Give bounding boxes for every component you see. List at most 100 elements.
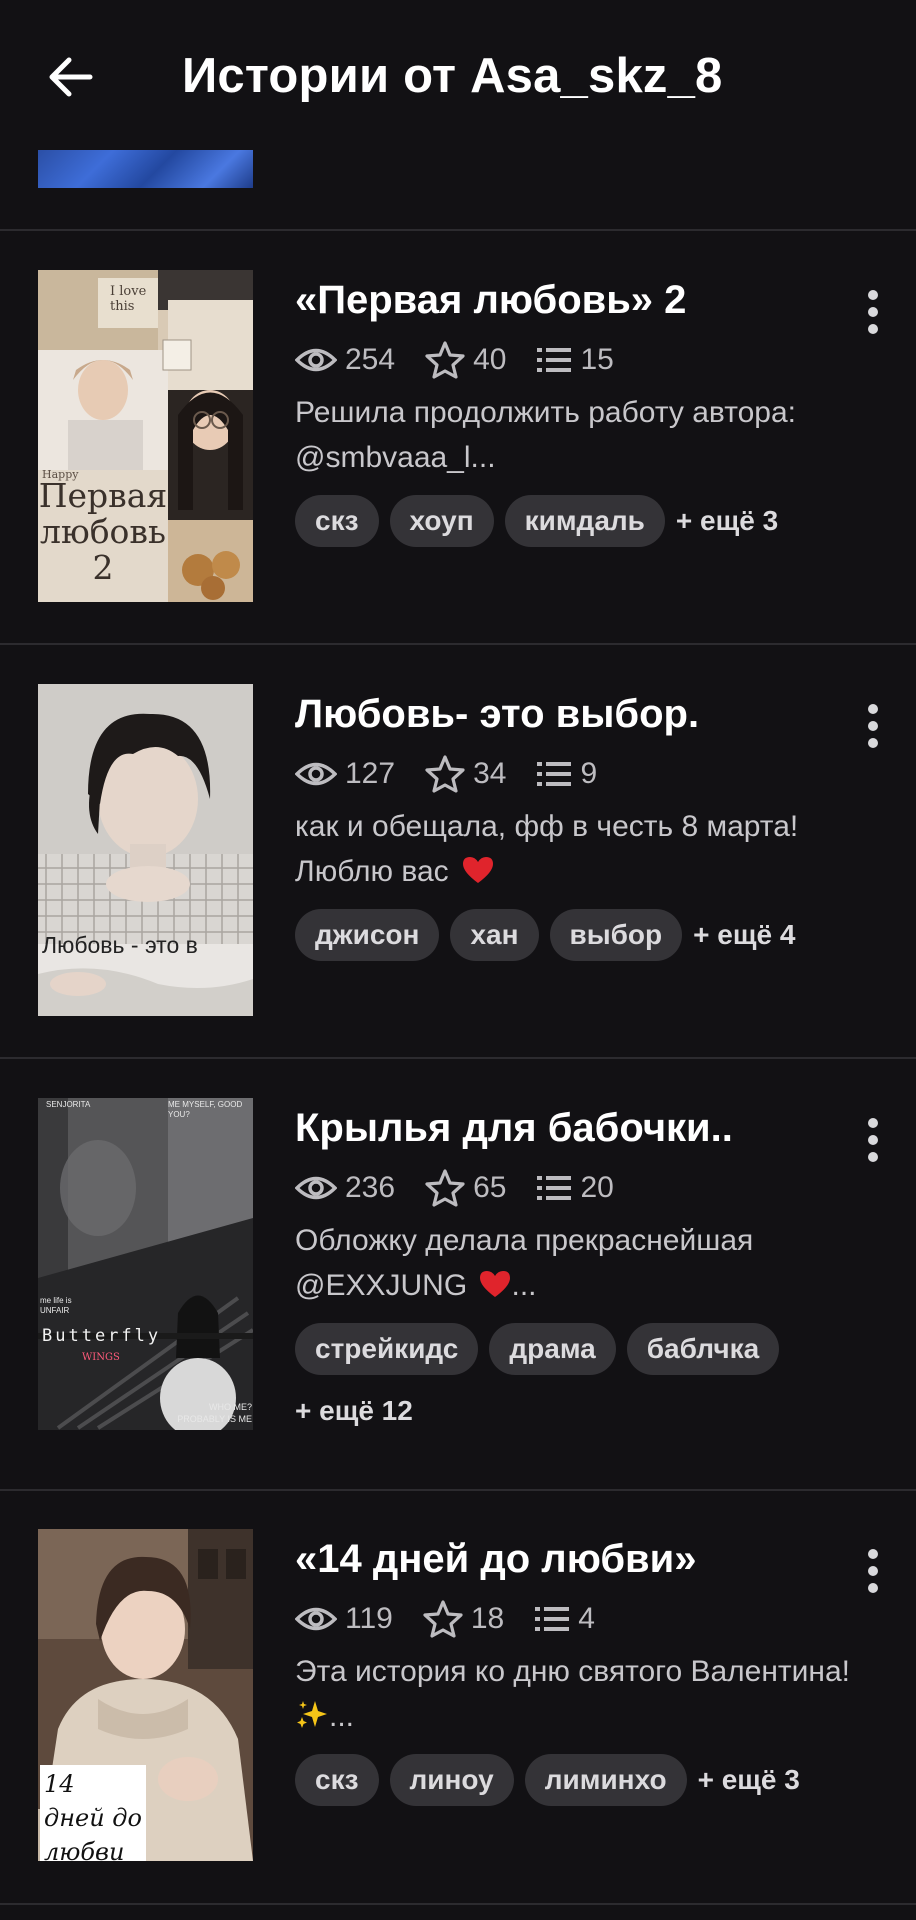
story-title[interactable]: Крылья для бабочки.. <box>295 1106 733 1151</box>
description-line-2: @EXXJUNG ... <box>295 1263 885 1308</box>
kebab-menu-icon[interactable] <box>856 1541 890 1601</box>
description-line: Решила продолжить работу автора: <box>295 396 796 429</box>
tag-list: стрейкидс драма баблчка + ещё 12 <box>295 1323 895 1447</box>
parts-stat: 4 <box>534 1602 595 1636</box>
page-title: Истории от Asa_skz_8 <box>182 49 723 103</box>
tag-chip[interactable]: скз <box>295 495 379 547</box>
parts-count: 20 <box>580 1171 614 1204</box>
parts-stat: 9 <box>536 757 597 791</box>
parts-count: 9 <box>580 757 598 790</box>
tag-chip[interactable]: скз <box>295 1754 379 1806</box>
eye-icon <box>295 348 337 372</box>
parts-count: 4 <box>578 1602 595 1635</box>
tag-list: скз линоу лиминхо + ещё 3 <box>295 1754 895 1816</box>
votes-stat: 40 <box>425 341 506 379</box>
kebab-menu-icon[interactable] <box>856 696 890 756</box>
votes-count: 40 <box>473 343 507 376</box>
tag-chip[interactable]: хан <box>450 909 539 961</box>
previous-story-cover[interactable] <box>38 150 253 188</box>
description-line: Обложку делала прекраснейшая <box>295 1224 754 1257</box>
votes-count: 34 <box>473 757 507 790</box>
story-cover[interactable]: Любовь - это в <box>38 684 253 1016</box>
views-count: 119 <box>345 1602 393 1635</box>
story-description: Решила продолжить работу автора: @smbvaa… <box>295 390 885 480</box>
description-text: Люблю вас <box>295 855 449 888</box>
story-cover[interactable]: 14 дней до любви <box>38 1529 253 1861</box>
description-line: как и обещала, фф в честь 8 марта! <box>295 810 799 843</box>
list-icon <box>535 1607 570 1631</box>
star-icon <box>425 1169 465 1207</box>
story-item[interactable]: 14 дней до любви «14 дней до любви» 119 … <box>0 1529 916 1869</box>
eye-icon <box>295 1607 337 1631</box>
parts-stat: 15 <box>536 343 614 377</box>
votes-stat: 34 <box>425 755 506 793</box>
tag-chip[interactable]: линоу <box>389 1754 514 1806</box>
tag-chip[interactable]: выбор <box>549 909 683 961</box>
description-line-2: Люблю вас <box>295 849 885 894</box>
list-icon <box>537 1176 572 1200</box>
kebab-menu-icon[interactable] <box>856 282 890 342</box>
story-stats: 119 18 4 <box>295 1600 625 1638</box>
views-stat: 127 <box>295 757 395 791</box>
tag-chip[interactable]: лиминхо <box>524 1754 687 1806</box>
tag-chip[interactable]: баблчка <box>626 1323 780 1375</box>
star-icon <box>423 1600 463 1638</box>
parts-stat: 20 <box>536 1171 614 1205</box>
kebab-menu-icon[interactable] <box>856 1110 890 1170</box>
cover-photo <box>38 1098 253 1430</box>
story-stats: 254 40 15 <box>295 341 644 379</box>
views-count: 127 <box>345 757 396 790</box>
description-text: @EXXJUNG <box>295 1269 468 1302</box>
tag-chip[interactable]: джисон <box>295 909 440 961</box>
cover-text-top-left: SENJORITA <box>46 1100 91 1109</box>
description-line: @smbvaaa_l... <box>295 441 496 474</box>
votes-count: 65 <box>473 1171 507 1204</box>
divider <box>0 1057 916 1059</box>
story-title[interactable]: «Первая любовь» 2 <box>295 278 686 323</box>
description-ellipsis: ... <box>329 1700 355 1733</box>
tag-chip[interactable]: хоуп <box>389 495 494 547</box>
top-app-bar: Истории от Asa_skz_8 <box>0 0 916 150</box>
story-stats: 236 65 20 <box>295 1169 644 1207</box>
cover-text-wings: WINGS <box>82 1352 120 1363</box>
eye-icon <box>295 762 337 786</box>
tag-list: джисон хан выбор + ещё 4 <box>295 909 895 971</box>
more-tags-link[interactable]: + ещё 12 <box>295 1385 413 1437</box>
story-item[interactable]: SENJORITA ME MYSELF, GOOD YOU? me life i… <box>0 1098 916 1478</box>
tag-chip[interactable]: кимдаль <box>504 495 665 547</box>
list-icon <box>537 762 572 786</box>
story-item[interactable]: I love this Happy Первая любовь 2 «Перва… <box>0 270 916 602</box>
cover-text-title: Любовь - это в <box>42 932 198 958</box>
description-line: Эта история ко дню святого Валентина! <box>295 1655 851 1688</box>
more-tags-link[interactable]: + ещё 3 <box>698 1754 800 1806</box>
views-stat: 236 <box>295 1171 395 1205</box>
story-cover[interactable]: I love this Happy Первая любовь 2 <box>38 270 253 602</box>
story-description: как и обещала, фф в честь 8 марта! Люблю… <box>295 804 885 894</box>
heart-emoji-icon <box>463 857 493 883</box>
heart-emoji-icon <box>479 1271 510 1297</box>
more-tags-link[interactable]: + ещё 3 <box>676 495 778 547</box>
story-title[interactable]: Любовь- это выбор. <box>295 692 699 737</box>
votes-stat: 65 <box>425 1169 506 1207</box>
divider <box>0 1489 916 1491</box>
star-icon <box>425 755 465 793</box>
eye-icon <box>295 1176 337 1200</box>
votes-count: 18 <box>470 1602 505 1635</box>
tag-chip[interactable]: стрейкидс <box>295 1323 479 1375</box>
story-cover[interactable]: SENJORITA ME MYSELF, GOOD YOU? me life i… <box>38 1098 253 1430</box>
sparkles-emoji-icon <box>297 1701 327 1728</box>
back-button[interactable] <box>40 42 100 112</box>
story-title[interactable]: «14 дней до любви» <box>295 1537 696 1582</box>
cover-photo <box>38 684 253 1016</box>
votes-stat: 18 <box>423 1600 504 1638</box>
views-count: 254 <box>345 343 396 376</box>
divider <box>0 1903 916 1905</box>
arrow-left-icon <box>49 57 93 97</box>
story-item[interactable]: Любовь - это в Любовь- это выбор. 127 34… <box>0 684 916 1016</box>
divider <box>0 229 916 231</box>
tag-chip[interactable]: драма <box>489 1323 616 1375</box>
cover-text-title: Первая любовь 2 <box>38 476 168 587</box>
story-stats: 127 34 9 <box>295 755 627 793</box>
cover-text-title: Butterfly <box>42 1326 162 1346</box>
more-tags-link[interactable]: + ещё 4 <box>693 909 795 961</box>
